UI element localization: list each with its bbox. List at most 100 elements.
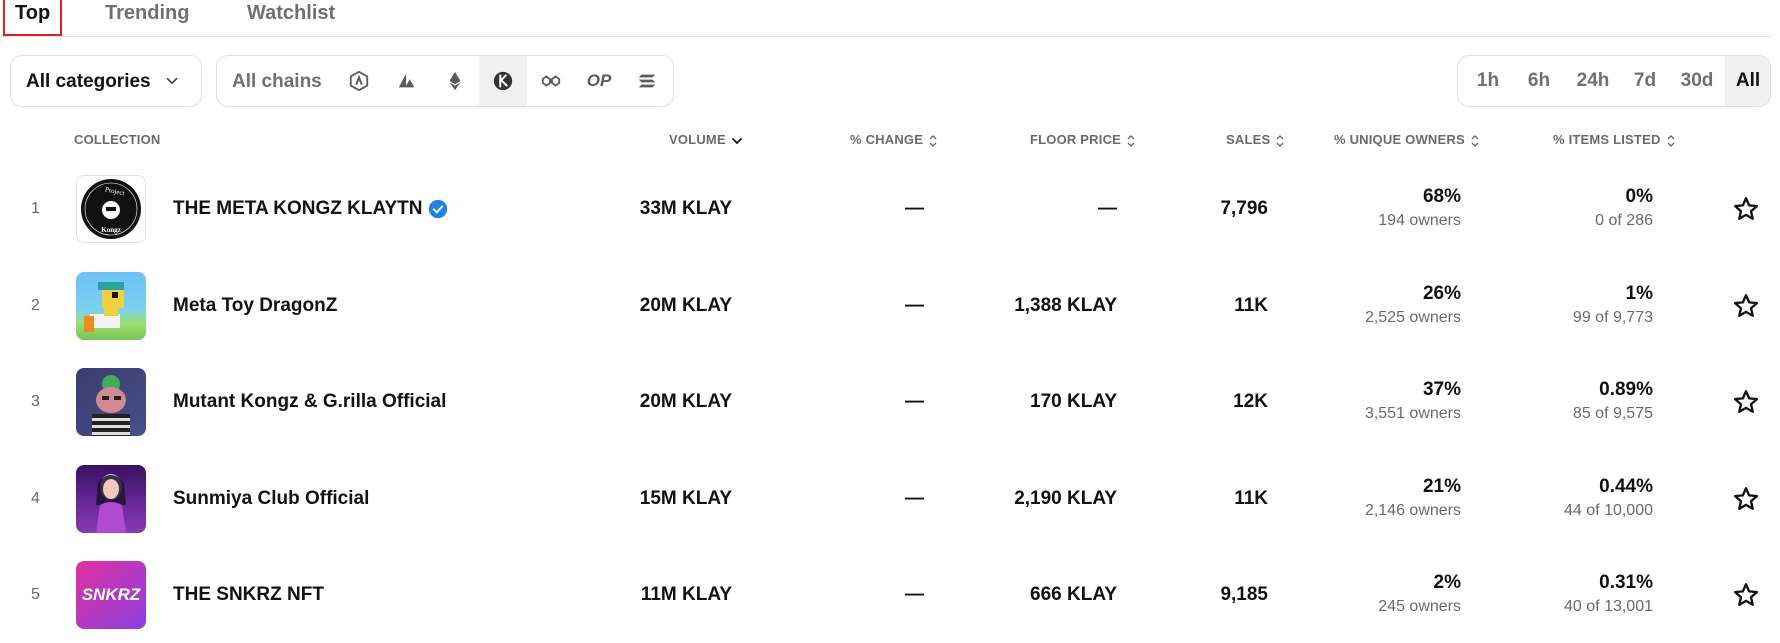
volume-value: 20M KLAY bbox=[639, 295, 732, 316]
unique-owners-cell: 26% 2,525 owners bbox=[1365, 282, 1461, 330]
listed-count: 40 of 13,001 bbox=[1564, 598, 1653, 615]
change-value: — bbox=[905, 295, 924, 316]
tab-watchlist[interactable]: Watchlist bbox=[247, 0, 335, 34]
column-header-volume[interactable]: VOLUME bbox=[669, 132, 743, 147]
table-row[interactable]: 3 Mutant Kongz & G.rilla Official 20M KL… bbox=[0, 354, 1772, 450]
column-header-sales[interactable]: SALES bbox=[1226, 132, 1285, 148]
time-option-7d[interactable]: 7d bbox=[1622, 56, 1668, 106]
polygon-icon[interactable] bbox=[527, 56, 575, 106]
change-value: — bbox=[905, 391, 924, 412]
time-option-all[interactable]: All bbox=[1725, 56, 1770, 106]
row-rank: 3 bbox=[31, 393, 40, 410]
time-option-6h[interactable]: 6h bbox=[1516, 56, 1562, 106]
column-header-listed-label: % ITEMS LISTED bbox=[1553, 132, 1661, 147]
listed-count: 44 of 10,000 bbox=[1564, 502, 1653, 519]
table-row[interactable]: 4 Sunmiya Club Official 15M KLAY — 2,190… bbox=[0, 451, 1772, 547]
optimism-icon[interactable]: OP bbox=[575, 56, 623, 106]
collection-name-text: THE META KONGZ KLAYTN bbox=[173, 198, 423, 219]
collection-name[interactable]: Meta Toy DragonZ bbox=[173, 258, 337, 354]
items-listed-cell: 0.89% 85 of 9,575 bbox=[1573, 378, 1653, 426]
sort-desc-icon bbox=[731, 135, 743, 147]
floor-price-value: 1,388 KLAY bbox=[1014, 295, 1117, 316]
star-icon[interactable] bbox=[1732, 388, 1760, 416]
chevron-down-icon bbox=[166, 77, 178, 85]
ethereum-icon[interactable] bbox=[431, 56, 479, 106]
unique-owners-cell: 2% 245 owners bbox=[1378, 571, 1461, 619]
owners-count: 2,146 owners bbox=[1364, 502, 1461, 519]
tab-top[interactable]: Top bbox=[3, 0, 63, 36]
column-header-floor[interactable]: FLOOR PRICE bbox=[1030, 132, 1136, 148]
column-header-volume-label: VOLUME bbox=[669, 132, 726, 147]
collection-thumbnail: Project Kongz bbox=[76, 175, 146, 243]
floor-price-value: 666 KLAY bbox=[1030, 584, 1117, 605]
owners-percent: 21% bbox=[1422, 476, 1461, 497]
listed-percent: 0% bbox=[1625, 186, 1653, 207]
items-listed-cell: 0% 0 of 286 bbox=[1595, 185, 1653, 233]
column-header-listed[interactable]: % ITEMS LISTED bbox=[1553, 132, 1676, 148]
owners-percent: 68% bbox=[1422, 186, 1461, 207]
column-header-owners[interactable]: % UNIQUE OWNERS bbox=[1334, 132, 1480, 148]
verified-badge-icon bbox=[429, 199, 448, 219]
snkrz-logo: SNKRZ bbox=[81, 585, 141, 604]
collection-thumbnail: SNKRZ bbox=[76, 561, 146, 629]
category-dropdown[interactable]: All categories bbox=[10, 55, 202, 107]
listed-percent: 0.89% bbox=[1599, 379, 1653, 400]
volume-value: 11M KLAY bbox=[640, 584, 732, 605]
row-rank: 5 bbox=[31, 586, 40, 603]
category-dropdown-label: All categories bbox=[26, 71, 151, 92]
change-value: — bbox=[905, 198, 924, 219]
unique-owners-cell: 68% 194 owners bbox=[1378, 185, 1461, 233]
time-option-24h[interactable]: 24h bbox=[1566, 56, 1620, 106]
listed-percent: 0.44% bbox=[1599, 476, 1653, 497]
time-option-30d[interactable]: 30d bbox=[1670, 56, 1724, 106]
solana-icon[interactable] bbox=[623, 56, 671, 106]
collection-thumbnail bbox=[76, 272, 146, 340]
column-header-collection: COLLECTION bbox=[74, 132, 161, 147]
listed-percent: 1% bbox=[1625, 283, 1653, 304]
sort-icon bbox=[1666, 134, 1676, 148]
arbitrum-icon[interactable] bbox=[335, 56, 383, 106]
listed-count: 85 of 9,575 bbox=[1572, 405, 1653, 422]
star-icon[interactable] bbox=[1732, 292, 1760, 320]
change-value: — bbox=[905, 488, 924, 509]
avalanche-icon[interactable] bbox=[383, 56, 431, 106]
collection-name[interactable]: Mutant Kongz & G.rilla Official bbox=[173, 354, 446, 450]
star-icon[interactable] bbox=[1732, 581, 1760, 609]
klaytn-icon[interactable] bbox=[479, 56, 527, 106]
table-row[interactable]: 1 Project Kongz THE META KONGZ KLAYTN 33… bbox=[0, 161, 1772, 257]
column-header-change-label: % CHANGE bbox=[850, 132, 924, 147]
kongz-logo-bottom: Kongz bbox=[101, 226, 120, 234]
unique-owners-cell: 37% 3,551 owners bbox=[1365, 378, 1461, 426]
table-row[interactable]: 2 Meta Toy DragonZ 20M KLAY — 1,388 KLAY… bbox=[0, 258, 1772, 354]
change-value: — bbox=[905, 584, 924, 605]
table-row[interactable]: 5 SNKRZ THE SNKRZ NFT 11M KLAY — 666 KLA… bbox=[0, 547, 1772, 643]
sales-value: 9,185 bbox=[1220, 584, 1268, 605]
sort-icon bbox=[1470, 134, 1480, 148]
items-listed-cell: 1% 99 of 9,773 bbox=[1573, 282, 1653, 330]
chain-filter: All chains OP bbox=[216, 55, 674, 107]
row-rank: 1 bbox=[31, 200, 40, 217]
sales-value: 7,796 bbox=[1220, 198, 1268, 219]
collection-name[interactable]: THE META KONGZ KLAYTN bbox=[173, 161, 448, 257]
column-header-floor-label: FLOOR PRICE bbox=[1030, 132, 1122, 147]
owners-count: 194 owners bbox=[1378, 212, 1461, 229]
sort-icon bbox=[1275, 134, 1285, 148]
collection-name[interactable]: THE SNKRZ NFT bbox=[173, 547, 324, 643]
sales-value: 12K bbox=[1233, 391, 1268, 412]
collection-name[interactable]: Sunmiya Club Official bbox=[173, 451, 369, 547]
sales-value: 11K bbox=[1234, 295, 1268, 316]
volume-value: 33M KLAY bbox=[639, 198, 732, 219]
volume-value: 15M KLAY bbox=[639, 488, 732, 509]
items-listed-cell: 0.44% 44 of 10,000 bbox=[1564, 475, 1653, 523]
time-option-1h[interactable]: 1h bbox=[1466, 56, 1510, 106]
star-icon[interactable] bbox=[1732, 195, 1760, 223]
tab-bar: Top Trending Watchlist bbox=[0, 0, 1772, 37]
time-range-selector: 1h 6h 24h 7d 30d All bbox=[1457, 55, 1771, 107]
owners-percent: 26% bbox=[1422, 283, 1461, 304]
column-header-change[interactable]: % CHANGE bbox=[850, 132, 938, 148]
tab-trending[interactable]: Trending bbox=[105, 0, 189, 34]
owners-percent: 2% bbox=[1433, 572, 1461, 593]
star-icon[interactable] bbox=[1732, 485, 1760, 513]
collection-thumbnail bbox=[76, 368, 146, 436]
all-chains-button[interactable]: All chains bbox=[232, 71, 322, 93]
